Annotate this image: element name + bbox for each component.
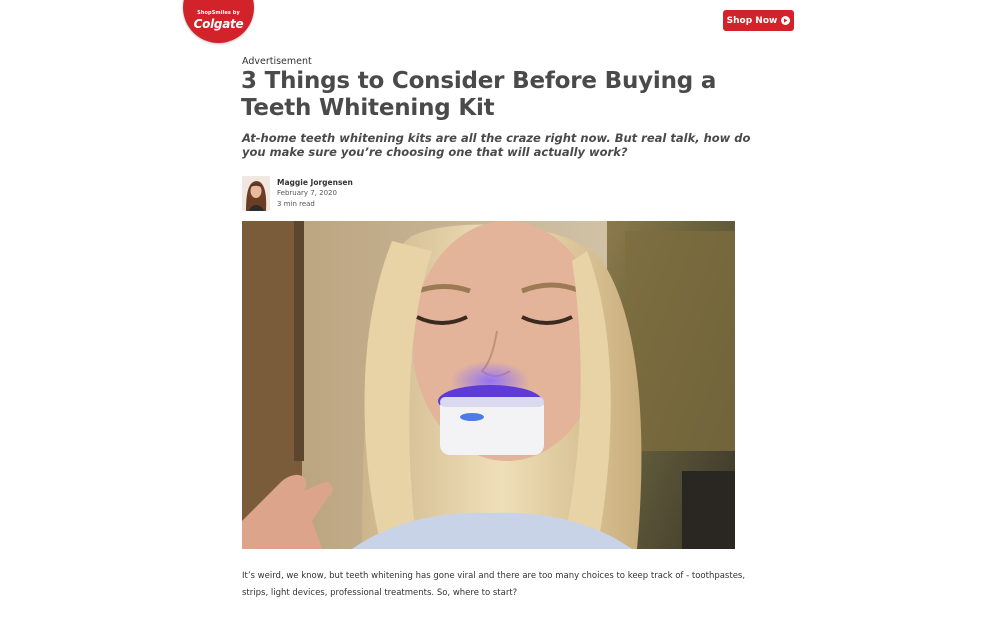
page: ShopSmiles by Colgate Shop Now Advertise… xyxy=(0,0,1000,619)
article-title: 3 Things to Consider Before Buying a Tee… xyxy=(241,68,717,121)
read-time: 3 min read xyxy=(277,200,315,208)
colgate-logo[interactable]: ShopSmiles by Colgate xyxy=(183,0,254,43)
author-avatar[interactable] xyxy=(242,176,270,211)
publish-date: February 7, 2020 xyxy=(277,189,337,197)
advertisement-label: Advertisement xyxy=(242,56,312,67)
article-subtitle: At-home teeth whitening kits are all the… xyxy=(242,131,751,159)
author-byline: Maggie Jorgensen February 7, 2020 3 min … xyxy=(242,176,353,212)
hero-image xyxy=(242,221,735,549)
logo-tagline: ShopSmiles by xyxy=(197,10,240,16)
shop-now-label: Shop Now xyxy=(726,15,778,26)
shop-now-button[interactable]: Shop Now xyxy=(723,10,794,31)
logo-brand: Colgate xyxy=(193,17,244,31)
author-name[interactable]: Maggie Jorgensen xyxy=(277,178,353,188)
play-arrow-icon xyxy=(781,16,791,25)
article-body: It’s weird, we know, but teeth whitening… xyxy=(242,571,746,598)
author-meta: Maggie Jorgensen February 7, 2020 3 min … xyxy=(277,178,353,210)
